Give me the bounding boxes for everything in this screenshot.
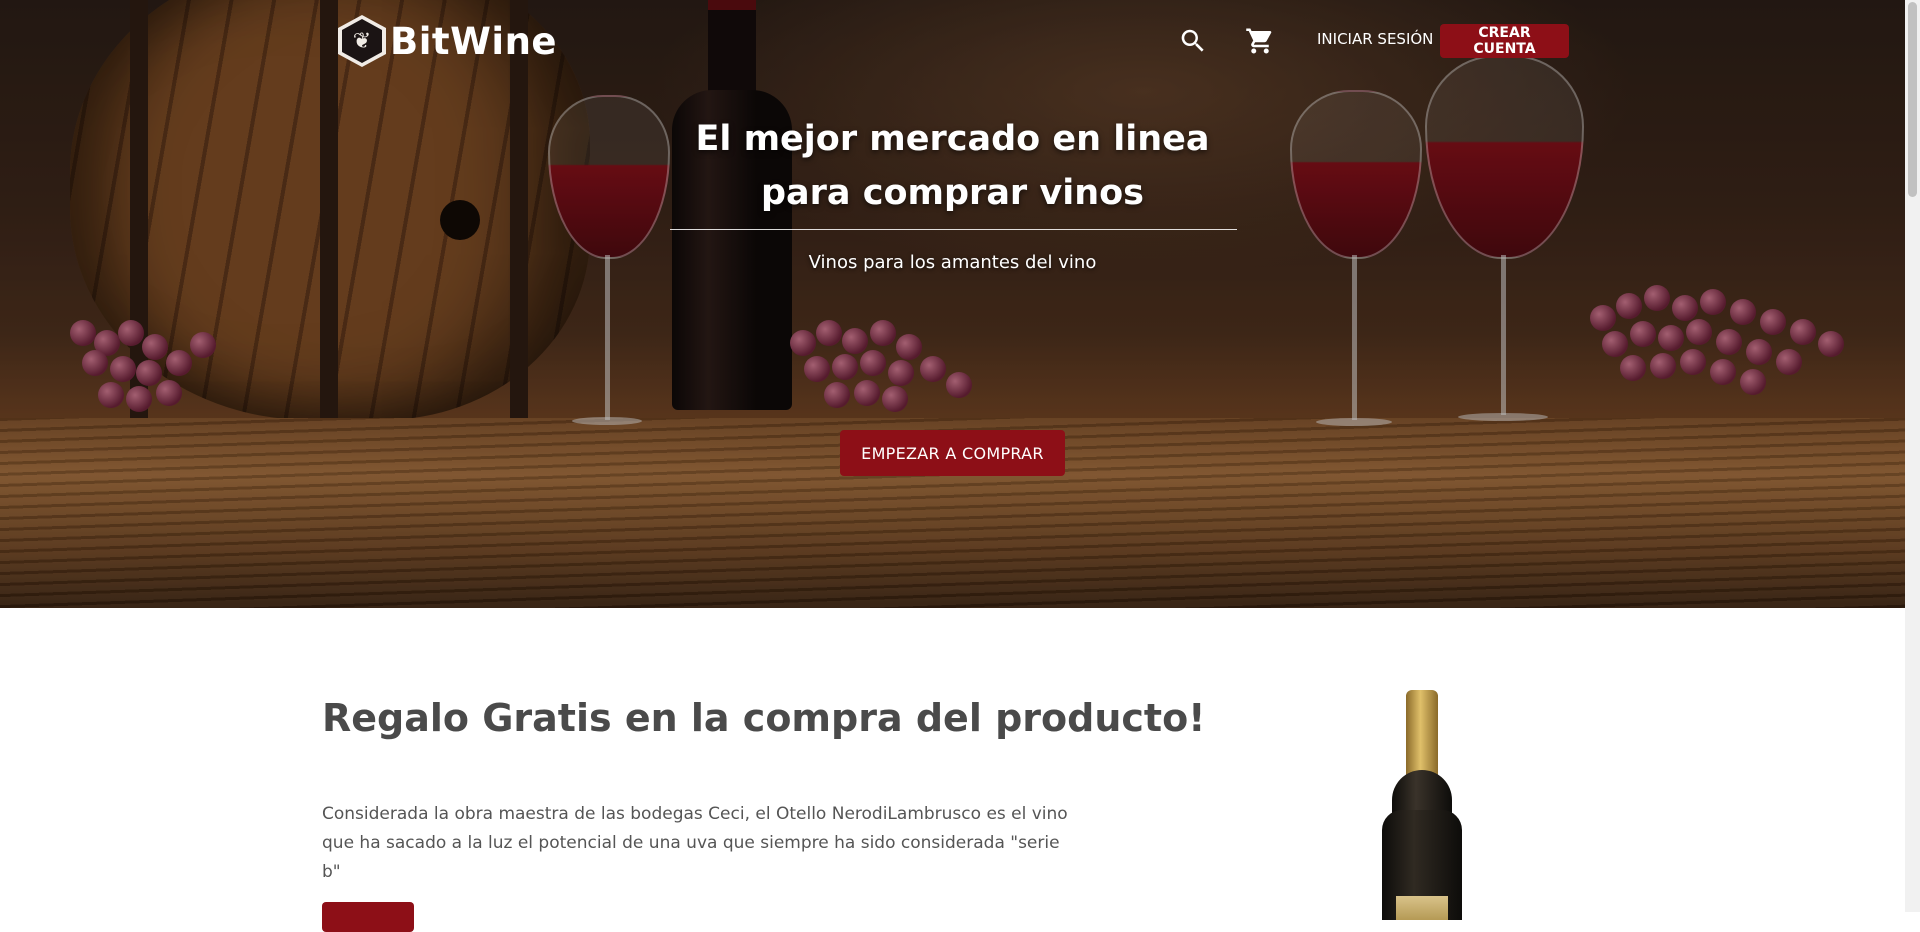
grape-leaf-icon: ❦	[338, 15, 386, 67]
search-icon[interactable]	[1178, 26, 1208, 56]
hero-divider	[670, 229, 1237, 230]
promo-title: Regalo Gratis en la compra del producto!	[322, 696, 1206, 740]
hero-banner	[0, 0, 1905, 608]
promo-button[interactable]	[322, 902, 414, 932]
logo-text: BitWine	[390, 19, 558, 63]
signup-button[interactable]: CREAR CUENTA	[1440, 24, 1569, 58]
hero-title: El mejor mercado en linea para comprar v…	[695, 119, 1210, 213]
logo[interactable]: ❦ BitWine	[338, 12, 557, 70]
cart-icon[interactable]	[1245, 26, 1275, 56]
hero-subtitle: Vinos para los amantes del vino	[808, 252, 1097, 273]
start-shopping-button[interactable]: EMPEZAR A COMPRAR	[840, 430, 1065, 476]
product-bottle-image	[1378, 690, 1466, 920]
page-scrollbar[interactable]	[1905, 0, 1920, 912]
promo-description: Considerada la obra maestra de las bodeg…	[322, 804, 1068, 882]
login-link[interactable]: INICIAR SESIÓN	[1317, 30, 1433, 48]
scrollbar-thumb[interactable]	[1908, 2, 1917, 197]
